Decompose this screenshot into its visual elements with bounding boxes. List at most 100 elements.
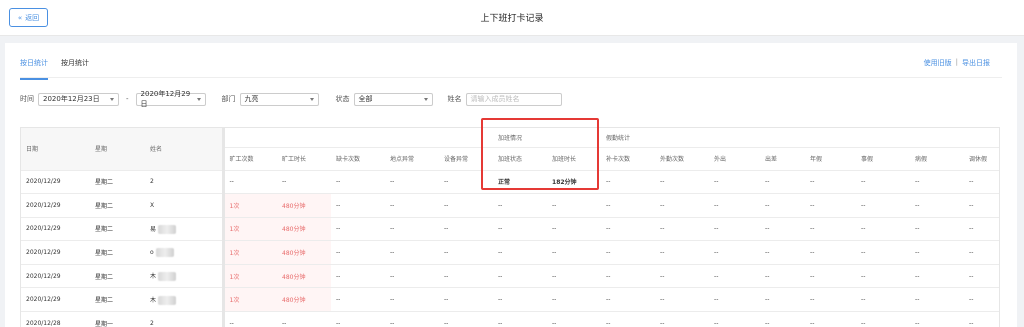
cell-value: -- — [910, 170, 965, 195]
cell-value: 1次 — [223, 240, 277, 265]
end-date-picker[interactable]: 2020年12月29日 — [135, 90, 206, 108]
cell-value: -- — [964, 217, 999, 242]
cell-value: -- — [547, 193, 602, 218]
tab-daily[interactable]: 按日统计 — [20, 54, 48, 80]
cell-weekday: 星期一 — [90, 311, 145, 327]
cell-value: 480分钟 — [277, 264, 331, 289]
top-links: 使用旧版 | 导出日报 — [924, 58, 990, 68]
cell-date: 2020/12/29 — [21, 240, 90, 265]
status-value: 全部 — [358, 95, 373, 103]
cell-date: 2020/12/29 — [21, 264, 90, 289]
cell-value: -- — [910, 287, 965, 313]
cell-value: -- — [709, 170, 761, 195]
cell-value: -- — [805, 287, 857, 313]
table-row: 2020/12/29 星期二 X 1次 480分钟 -- -- -- -- -- -- -- -- -- -… — [21, 193, 999, 218]
cell-date: 2020/12/29 — [21, 217, 90, 242]
cell-value: 480分钟 — [277, 240, 331, 265]
status-label: 状态 — [335, 95, 350, 103]
cell-value: -- — [760, 170, 806, 195]
tab-monthly[interactable]: 按月统计 — [61, 54, 89, 76]
col-header: 年假 — [805, 147, 857, 171]
cell-value: -- — [331, 217, 385, 242]
cell-value: -- — [601, 240, 656, 265]
cell-value: -- — [547, 240, 602, 265]
cell-value: 182分钟 — [547, 170, 602, 195]
member-name: 木 — [150, 273, 157, 281]
department-select[interactable]: 九亮 — [239, 92, 319, 106]
cell-value: -- — [856, 193, 911, 218]
cell-value: -- — [709, 217, 761, 242]
cell-value: 1次 — [223, 264, 277, 289]
cell-value: -- — [910, 311, 965, 327]
cell-value: -- — [331, 170, 385, 195]
name-blur-mask — [155, 248, 174, 258]
cell-value: -- — [655, 170, 710, 195]
tabs-divider — [20, 77, 1002, 78]
cell-value: -- — [331, 193, 385, 218]
cell-value: -- — [910, 217, 965, 242]
cell-value: -- — [493, 193, 548, 218]
caret-down-icon — [110, 97, 114, 101]
cell-value: -- — [655, 264, 710, 289]
cell-value: -- — [910, 193, 965, 218]
cell-value: -- — [331, 240, 385, 265]
col-header: 事假 — [856, 147, 911, 171]
cell-value: -- — [709, 193, 761, 218]
time-label: 时间 — [20, 95, 34, 103]
cell-value: -- — [709, 311, 761, 327]
cell-value: -- — [439, 240, 494, 265]
cell-value: -- — [760, 287, 806, 313]
cell-value: -- — [760, 264, 806, 289]
cell-value: -- — [439, 264, 494, 289]
cell-value: 1次 — [223, 193, 277, 218]
name-blur-mask — [158, 295, 177, 305]
cell-value: -- — [655, 193, 710, 218]
cell-value: -- — [547, 287, 602, 313]
cell-value: -- — [385, 287, 439, 313]
col-header: 外勤次数 — [655, 147, 710, 171]
col-header: 加班状态 — [493, 147, 548, 171]
cell-weekday: 星期二 — [90, 264, 145, 289]
member-name: 2 — [150, 319, 154, 327]
cell-value: -- — [856, 217, 911, 242]
group-header-overtime: 加班情况 — [493, 128, 602, 148]
end-date-value: 2020年12月29日 — [140, 90, 191, 108]
name-search-input[interactable]: 请输入成员姓名 — [465, 92, 562, 106]
cell-weekday: 星期二 — [90, 217, 145, 242]
cell-date: 2020/12/29 — [21, 193, 90, 218]
group-header-blank — [223, 128, 494, 148]
cell-value: -- — [760, 240, 806, 265]
use-old-version-link[interactable]: 使用旧版 — [924, 58, 952, 68]
cell-value: -- — [493, 240, 548, 265]
col-header: 设备异常 — [439, 147, 494, 171]
cell-value: -- — [439, 217, 494, 242]
cell-value: -- — [805, 311, 857, 327]
cell-name: 2 — [145, 311, 225, 327]
cell-name: 2 — [145, 170, 225, 195]
export-daily-report-link[interactable]: 导出日报 — [962, 58, 990, 68]
cell-value: -- — [223, 170, 277, 195]
header-group-row: 日期 星期 姓名 加班情况 假勤统计 — [21, 128, 999, 171]
cell-value: -- — [709, 264, 761, 289]
cell-value: -- — [910, 240, 965, 265]
cell-value: -- — [910, 264, 965, 289]
cell-value: -- — [856, 240, 911, 265]
cell-value: -- — [805, 193, 857, 218]
cell-value: -- — [331, 264, 385, 289]
cell-weekday: 星期二 — [90, 287, 145, 313]
cell-value: -- — [439, 311, 494, 327]
start-date-picker[interactable]: 2020年12月23日 — [38, 92, 119, 106]
cell-value: -- — [547, 311, 602, 327]
cell-value: -- — [601, 217, 656, 242]
col-header: 加班时长 — [547, 147, 602, 171]
cell-value: -- — [709, 240, 761, 265]
cell-name: 木 — [145, 264, 225, 289]
member-name: X — [150, 201, 155, 209]
cell-name: 木 — [145, 287, 225, 313]
page-title: 上下班打卡记录 — [480, 14, 544, 24]
col-header: 出差 — [760, 147, 806, 171]
name-label: 姓名 — [447, 95, 462, 103]
main-panel: 按日统计 按月统计 使用旧版 | 导出日报 时间 2020年12月23日 - 2… — [5, 43, 1017, 327]
status-select[interactable]: 全部 — [353, 92, 433, 106]
cell-name: 易 — [145, 217, 225, 242]
